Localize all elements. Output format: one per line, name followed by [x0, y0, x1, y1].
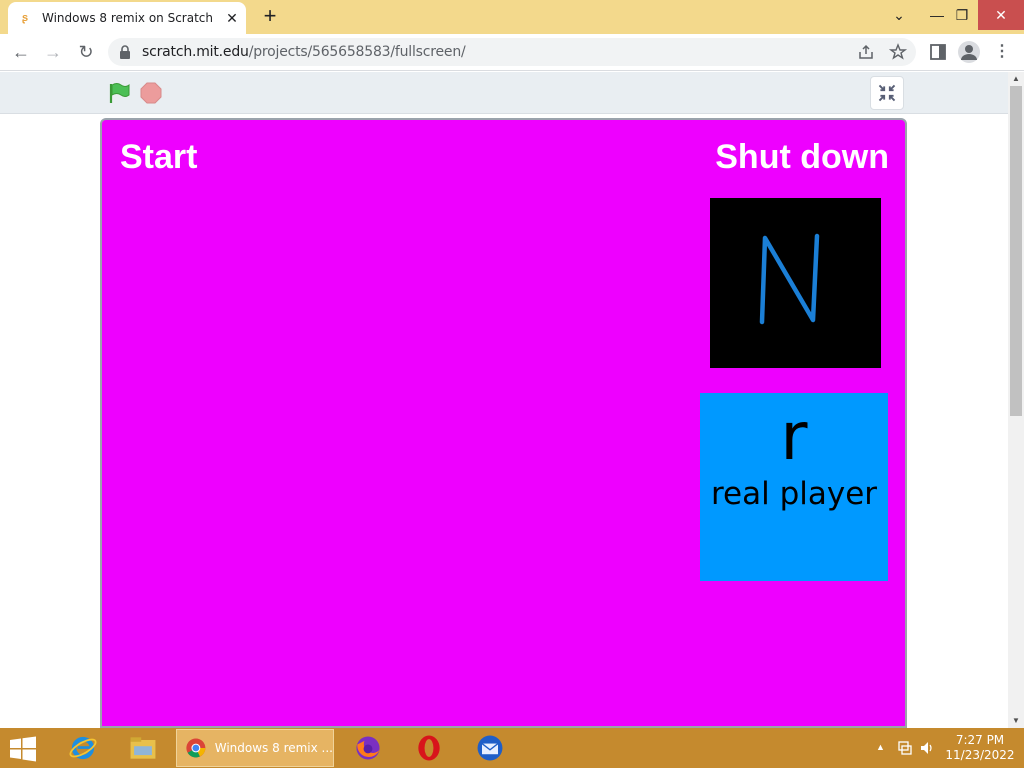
forward-button[interactable]: → [40, 39, 66, 65]
clock-time: 7:27 PM [955, 733, 1005, 747]
chrome-icon [186, 738, 206, 758]
volume-icon[interactable] [919, 740, 935, 756]
exit-fullscreen-icon [878, 84, 896, 102]
stop-sign-icon[interactable] [140, 82, 162, 104]
reload-button[interactable]: ↻ [73, 39, 99, 65]
taskbar-chrome-label: Windows 8 remix ... [214, 741, 333, 755]
shutdown-label[interactable]: Shut down [715, 138, 889, 177]
clock-date: 11/23/2022 [945, 748, 1015, 762]
firefox-icon[interactable] [343, 730, 393, 766]
url-text[interactable]: scratch.mit.edu/projects/565658583/fulls… [142, 44, 466, 60]
scratch-favicon-icon: ʂ [22, 12, 29, 24]
network-icon[interactable] [897, 740, 913, 756]
thunderbird-icon[interactable] [465, 730, 515, 766]
tile-r-letter: r [780, 398, 808, 475]
page-content: Start Shut down N r real player [0, 72, 1008, 728]
exit-fullscreen-button[interactable] [870, 76, 904, 110]
windows-taskbar: Windows 8 remix ... ▲ 7:27 PM 11/23/2022 [0, 728, 1024, 768]
app-tile-n[interactable]: N [710, 198, 881, 368]
tab-title: Windows 8 remix on Scratch [42, 11, 213, 25]
new-tab-button[interactable]: + [258, 5, 282, 29]
project-stage[interactable]: Start Shut down N r real player [100, 118, 907, 728]
browser-toolbar: ← → ↻ scratch.mit.edu/projects/565658583… [0, 34, 1024, 71]
browser-tab[interactable]: ʂ Windows 8 remix on Scratch ✕ [8, 2, 246, 34]
taskbar-clock[interactable]: 7:27 PM 11/23/2022 [944, 733, 1016, 763]
internet-explorer-icon[interactable] [58, 730, 108, 766]
share-icon[interactable] [856, 42, 876, 62]
opera-icon[interactable] [404, 730, 454, 766]
profile-avatar-icon[interactable] [958, 41, 980, 63]
scratch-controls-bar [0, 72, 1008, 114]
green-flag-icon[interactable] [108, 82, 130, 104]
tray-expand-icon[interactable]: ▲ [876, 742, 885, 752]
taskbar-chrome-window[interactable]: Windows 8 remix ... [176, 729, 334, 767]
app-tile-real-player[interactable]: r real player [700, 393, 888, 581]
n-letter-icon [759, 233, 820, 325]
scroll-thumb[interactable] [1010, 86, 1022, 416]
bookmark-star-icon[interactable] [888, 42, 908, 62]
file-explorer-icon[interactable] [118, 730, 168, 766]
menu-kebab-icon[interactable]: ⋮ [990, 40, 1014, 64]
start-label[interactable]: Start [120, 138, 197, 177]
side-panel-icon[interactable] [926, 40, 950, 64]
browser-title-bar: ʂ Windows 8 remix on Scratch ✕ + ⌄ — ❐ ✕ [0, 0, 1024, 34]
page-scrollbar[interactable]: ▲ ▼ [1008, 72, 1024, 728]
window-close-button[interactable]: ✕ [978, 0, 1024, 30]
tab-close-icon[interactable]: ✕ [224, 10, 240, 26]
lock-icon[interactable] [118, 44, 132, 60]
scroll-down-arrow-icon[interactable]: ▼ [1008, 714, 1024, 728]
scroll-up-arrow-icon[interactable]: ▲ [1008, 72, 1024, 86]
tile-r-label: real player [710, 476, 878, 512]
back-button[interactable]: ← [8, 39, 34, 65]
address-bar[interactable]: scratch.mit.edu/projects/565658583/fulls… [108, 38, 916, 66]
restore-button[interactable]: ❐ [945, 0, 979, 30]
windows-start-icon[interactable] [8, 736, 38, 762]
tab-search-chevron-icon[interactable]: ⌄ [882, 0, 916, 30]
